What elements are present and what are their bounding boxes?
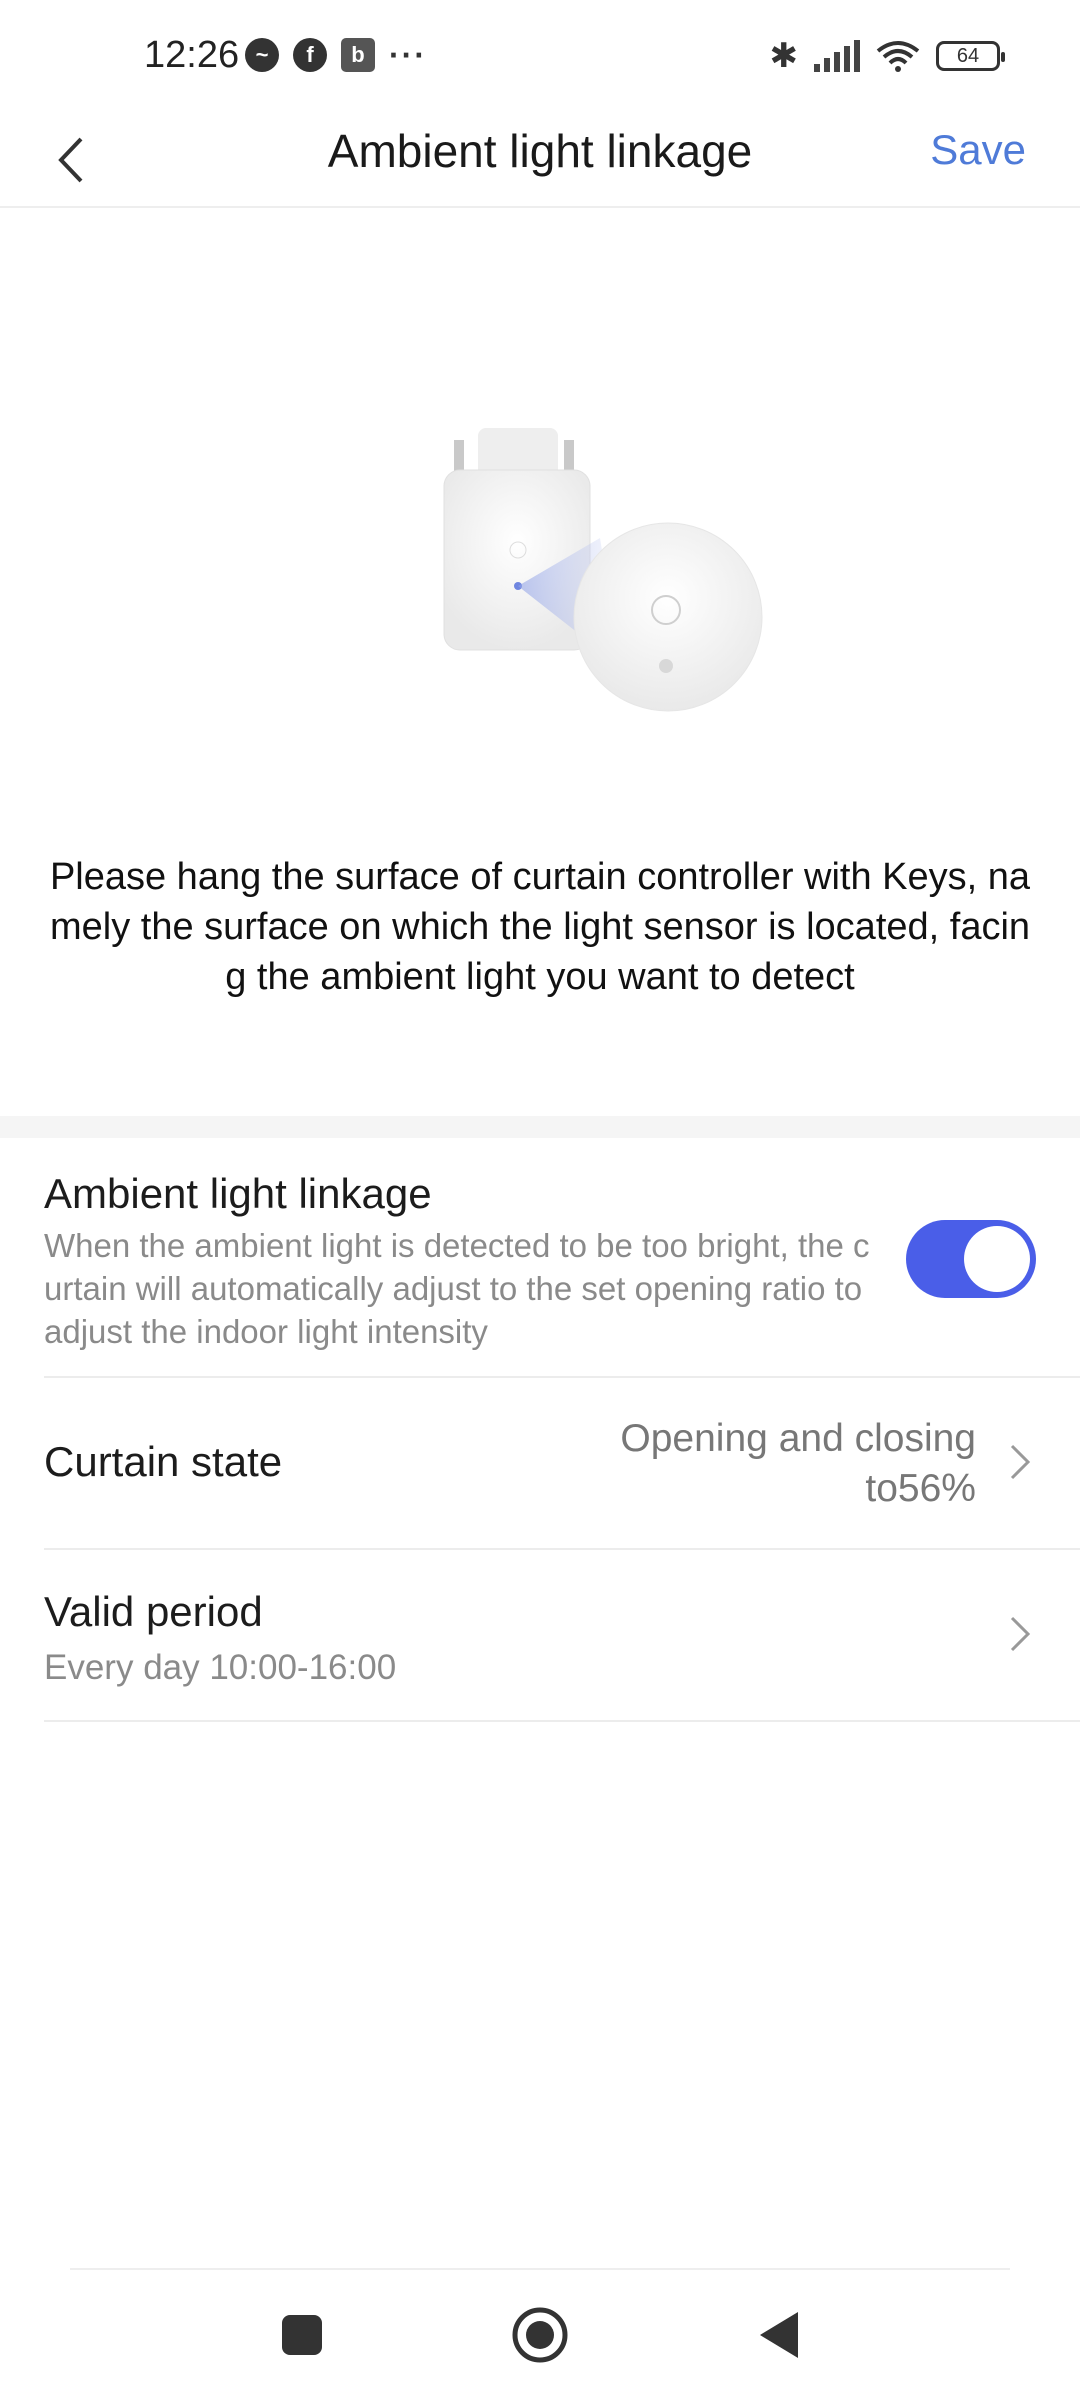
valid-period-title: Valid period [44,1588,263,1635]
toggle-knob [964,1226,1030,1292]
notification-icons: ~ f b ··· [245,36,427,73]
signal-icon [814,40,860,72]
ambient-linkage-description: When the ambient light is detected to be… [44,1227,870,1350]
triangle-back-icon [760,2312,798,2358]
valid-period-row[interactable]: Valid period Every day 10:00-16:00 [0,1550,1080,1720]
nav-divider [70,2268,1010,2270]
system-icons: ✱ 64 [769,36,1005,76]
battery-icon: 64 [936,41,1005,71]
chevron-right-icon [1010,1616,1031,1652]
instruction-text: Please hang the surface of curtain contr… [49,856,1031,998]
curtain-state-value-line2: to56% [865,1467,976,1510]
status-bar: 12:26 ~ f b ··· ✱ 64 [0,0,1080,120]
home-circle-icon [512,2307,568,2363]
bluetooth-icon: ✱ [769,37,799,75]
curtain-state-value-line1: Opening and closing [620,1417,976,1460]
chevron-left-icon [58,137,83,183]
page-title: Ambient light linkage [327,125,753,177]
curtain-state-title: Curtain state [44,1438,283,1485]
more-notifications-icon: ··· [389,36,427,73]
ambient-linkage-toggle[interactable] [906,1220,1036,1298]
header: Ambient light linkage Save [0,110,1080,206]
save-button[interactable]: Save [930,126,1026,174]
row-divider [44,1720,1080,1722]
status-time: 12:26 [144,34,240,76]
wifi-icon [876,41,920,72]
ambient-linkage-title: Ambient light linkage [44,1170,432,1217]
facebook-icon: f [293,38,327,72]
curtain-state-row[interactable]: Curtain state Opening and closing to56% [0,1378,1080,1548]
valid-period-value: Every day 10:00-16:00 [44,1648,397,1687]
recents-button[interactable] [252,2300,352,2370]
back-button[interactable] [40,120,100,200]
header-divider [0,206,1080,208]
b-app-icon: b [341,38,375,72]
curtain-state-value: Opening and closing to56% [620,1414,976,1514]
messenger-icon: ~ [245,38,279,72]
square-icon [282,2315,322,2355]
chevron-right-icon [1010,1444,1031,1480]
back-nav-button[interactable] [728,2300,828,2370]
home-button[interactable] [490,2300,590,2370]
section-separator [0,1116,1080,1138]
curtain-controller-illustration [443,428,763,712]
